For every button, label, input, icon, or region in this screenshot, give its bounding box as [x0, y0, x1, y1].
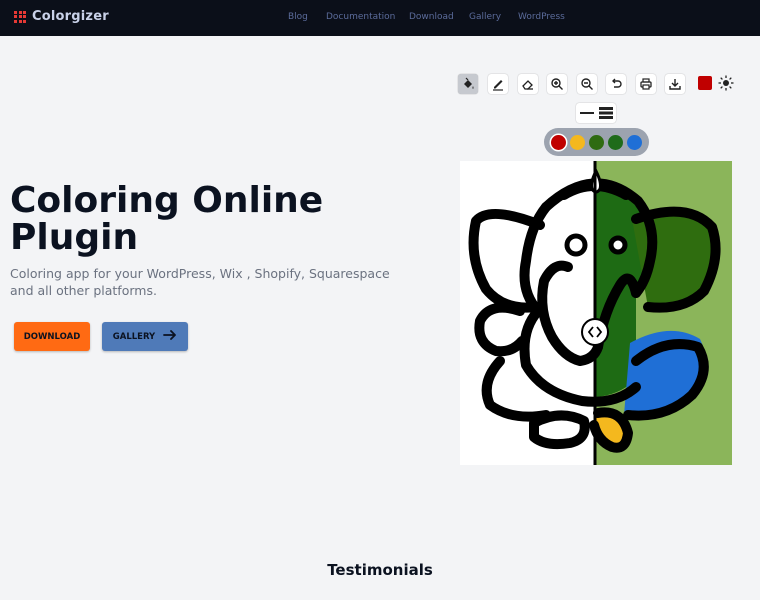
print-button[interactable]: [636, 74, 656, 94]
eraser-icon: [522, 80, 533, 90]
download-button-label: DOWNLOAD: [23, 331, 81, 342]
nav-link-blog[interactable]: Blog: [288, 12, 308, 22]
print-icon: [640, 78, 652, 90]
left-eye: [564, 233, 588, 257]
gallery-button-label: GALLERY: [112, 331, 156, 342]
testimonials-heading: Testimonials: [327, 561, 433, 579]
pencil-icon: [493, 80, 503, 91]
zoom-in-button[interactable]: [547, 74, 567, 94]
hero-subtitle: Coloring app for your WordPress, Wix , S…: [10, 266, 390, 298]
coloring-canvas[interactable]: [460, 161, 732, 465]
eraser-tool-button[interactable]: [518, 74, 538, 94]
arrow-right-icon: [163, 330, 177, 343]
logo-text: Colorgizer: [32, 9, 109, 24]
selected-color-swatch[interactable]: [698, 76, 712, 90]
fill-tool-button[interactable]: [458, 74, 478, 94]
download-button[interactable]: DOWNLOAD: [14, 322, 90, 351]
palette-color-yellow[interactable]: [570, 135, 585, 150]
sun-icon[interactable]: [717, 74, 735, 92]
thick-line-icon[interactable]: [599, 107, 613, 119]
undo-button[interactable]: [606, 74, 626, 94]
color-palette: [544, 128, 649, 156]
compare-slider-handle[interactable]: [581, 318, 609, 346]
palette-color-blue[interactable]: [627, 135, 642, 150]
logo[interactable]: Colorgizer: [14, 9, 109, 24]
pencil-tool-button[interactable]: [488, 74, 508, 94]
hero-title: Coloring Online Plugin: [10, 180, 324, 258]
palette-color-dark-green[interactable]: [589, 135, 604, 150]
nav-link-gallery[interactable]: Gallery: [469, 12, 501, 22]
zoom-out-button[interactable]: [577, 74, 597, 94]
palette-color-green[interactable]: [608, 135, 623, 150]
gallery-button[interactable]: GALLERY: [102, 322, 188, 351]
palette-color-red[interactable]: [551, 135, 566, 150]
nav-link-documentation[interactable]: Documentation: [326, 12, 395, 22]
nav-link-wordpress[interactable]: WordPress: [518, 12, 565, 22]
zoom-out-icon: [581, 78, 593, 90]
zoom-in-icon: [551, 78, 563, 90]
grid-logo-icon: [14, 10, 26, 23]
right-eye: [608, 235, 628, 255]
download-icon: [669, 79, 681, 90]
navbar: Colorgizer Blog Documentation Download G…: [0, 0, 760, 36]
download-image-button[interactable]: [665, 74, 685, 94]
nav-link-download[interactable]: Download: [409, 12, 454, 22]
undo-icon: [612, 78, 622, 88]
fill-icon: [464, 77, 474, 89]
line-width-toggle[interactable]: [576, 103, 616, 123]
